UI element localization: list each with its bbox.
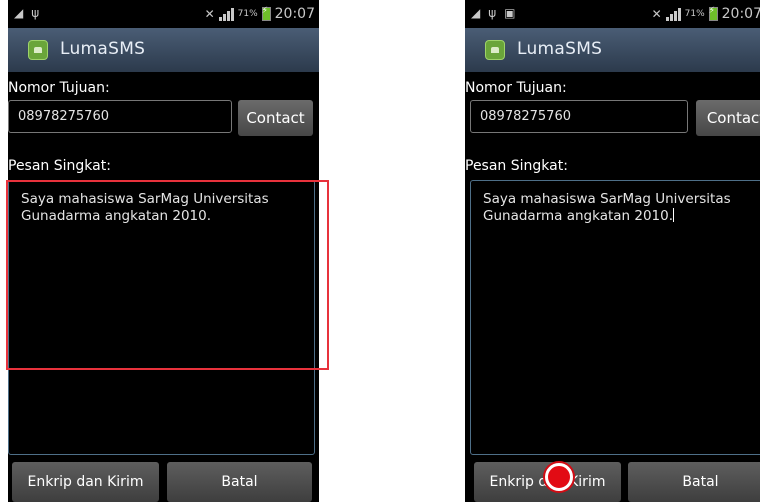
encrypt-send-button[interactable]: Enkrip dan Kirim [12, 462, 159, 502]
debug-icon: ◢ [471, 6, 481, 20]
message-text: Saya mahasiswa SarMag Universitas Gunada… [483, 191, 731, 224]
app-icon [28, 40, 48, 60]
usb-icon: ψ [488, 6, 497, 20]
phone-screen-after: ◢ ψ ▣ ✕ 71% 20:07 LumaSMS Nomor Tujuan: … [465, 0, 760, 502]
cancel-button[interactable]: Batal [167, 462, 312, 502]
mute-icon: ✕ [651, 7, 662, 21]
contact-button[interactable]: Contact [238, 100, 313, 136]
signal-icon [218, 7, 234, 21]
mute-icon: ✕ [204, 7, 215, 21]
battery-percent: 71% [684, 9, 705, 19]
battery-icon [261, 6, 271, 21]
message-label: Pesan Singkat: [465, 158, 568, 174]
app-title-bar: LumaSMS [465, 28, 760, 72]
message-textarea[interactable]: Saya mahasiswa SarMag Universitas Gunada… [470, 180, 760, 455]
usb-icon: ψ [31, 6, 40, 20]
cancel-button[interactable]: Batal [628, 462, 760, 502]
app-icon [485, 40, 505, 60]
number-label: Nomor Tujuan: [8, 80, 110, 96]
battery-icon [708, 6, 718, 21]
message-label: Pesan Singkat: [8, 158, 111, 174]
app-title-bar: LumaSMS [8, 28, 319, 72]
tap-marker-icon [545, 463, 573, 491]
highlight-box [6, 180, 329, 370]
contact-button[interactable]: Contact [696, 100, 760, 136]
clock: 20:07 [274, 6, 315, 22]
status-bar: ◢ ψ ▣ ✕ 71% 20:07 [465, 0, 760, 28]
debug-icon: ◢ [14, 6, 24, 20]
number-label: Nomor Tujuan: [465, 80, 567, 96]
gallery-icon: ▣ [504, 6, 516, 20]
battery-percent: 71% [237, 9, 258, 19]
status-bar: ◢ ψ ✕ 71% 20:07 [8, 0, 319, 28]
text-cursor [673, 208, 675, 222]
phone-number-input[interactable]: 08978275760 [470, 100, 688, 133]
signal-icon [665, 7, 681, 21]
app-title: LumaSMS [517, 39, 603, 59]
app-title: LumaSMS [60, 39, 146, 59]
phone-number-input[interactable]: 08978275760 [8, 100, 232, 133]
clock: 20:07 [721, 6, 760, 22]
